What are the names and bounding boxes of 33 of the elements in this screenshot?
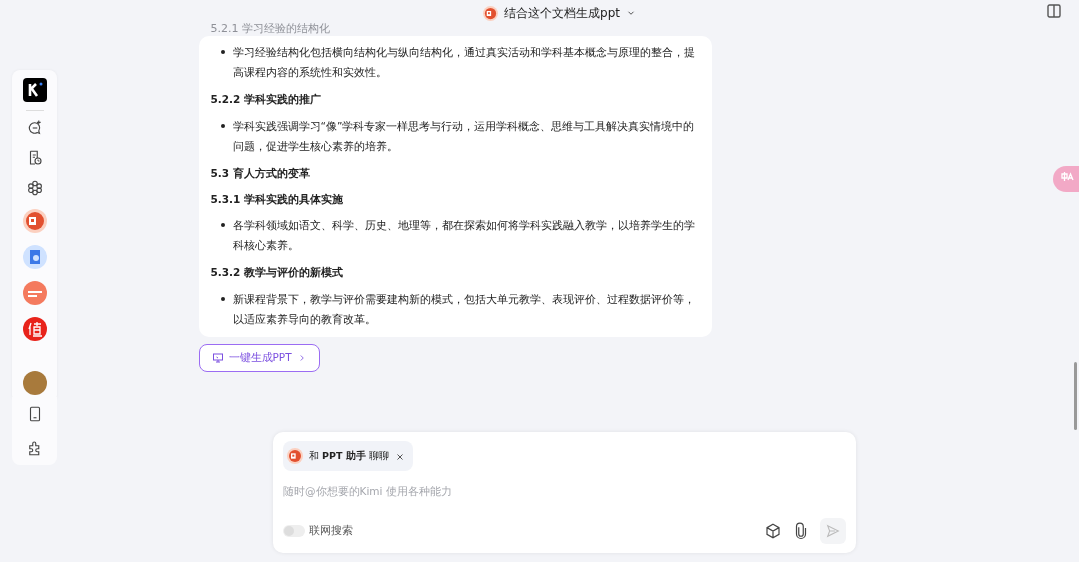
bullet-text: 新课程背景下，教学与评价需要建构新的模式，包括大单元教学、表现评价、过程数据评价等，以适应素养导向的教育改革。 — [232, 292, 696, 327]
logo-icon[interactable] — [22, 78, 47, 102]
web-search-toggle[interactable] — [283, 525, 305, 537]
character-app-icon[interactable] — [22, 317, 47, 341]
section-heading: 5.3.2 教学与评价的新模式 — [210, 265, 345, 281]
presentation-icon — [483, 5, 498, 21]
bullet-dot — [220, 123, 225, 128]
agent-chip-label: 和 PPT 助手 聊聊 — [309, 448, 389, 463]
scrollbar[interactable] — [1074, 362, 1077, 430]
avatar[interactable] — [22, 371, 47, 395]
bullet-dot — [220, 50, 225, 54]
chat-title[interactable]: 结合这个文档生成ppt — [504, 4, 620, 22]
split-view-icon[interactable] — [1047, 4, 1061, 18]
bullet-text: 学习经验结构化包括横向结构化与纵向结构化，通过真实活动和学科基本概念与原理的整合，提高课程内容的系统性和实效性。 — [232, 45, 696, 80]
cube-icon[interactable] — [764, 522, 782, 540]
document-search-app-icon[interactable] — [22, 245, 47, 269]
generate-ppt-button[interactable]: 一键生成PPT — [198, 344, 320, 372]
flower-icon[interactable] — [25, 179, 44, 197]
close-icon — [394, 451, 405, 462]
presentation-app-icon[interactable] — [22, 209, 47, 233]
section-heading: 5.2.2 学科实践的推广 — [210, 92, 323, 107]
presentation-icon — [211, 351, 224, 364]
section-heading: 5.3.1 学科实践的具体实施 — [210, 191, 345, 207]
bullet-dot — [220, 297, 225, 301]
text-lines-app-icon[interactable] — [22, 281, 47, 305]
send-icon — [825, 523, 841, 539]
section-heading: 5.2.1 学习经验的结构化 — [210, 22, 331, 36]
bullet-text: 学科实践强调学习“像”学科专家一样思考与行动，运用学科概念、思维与工具解决真实情境中的问题，促进学生核心素养的培养。 — [232, 118, 696, 154]
toggle-label: 联网搜索 — [309, 523, 353, 539]
section-heading: 5.3 育人方式的变革 — [210, 165, 311, 181]
bullet-text: 各学科领域如语文、科学、历史、地理等，都在探索如何将学科实践融入教学，以培养学生的学科核心素养。 — [232, 218, 696, 254]
bullet-dot — [220, 223, 225, 228]
presentation-icon — [287, 448, 303, 464]
